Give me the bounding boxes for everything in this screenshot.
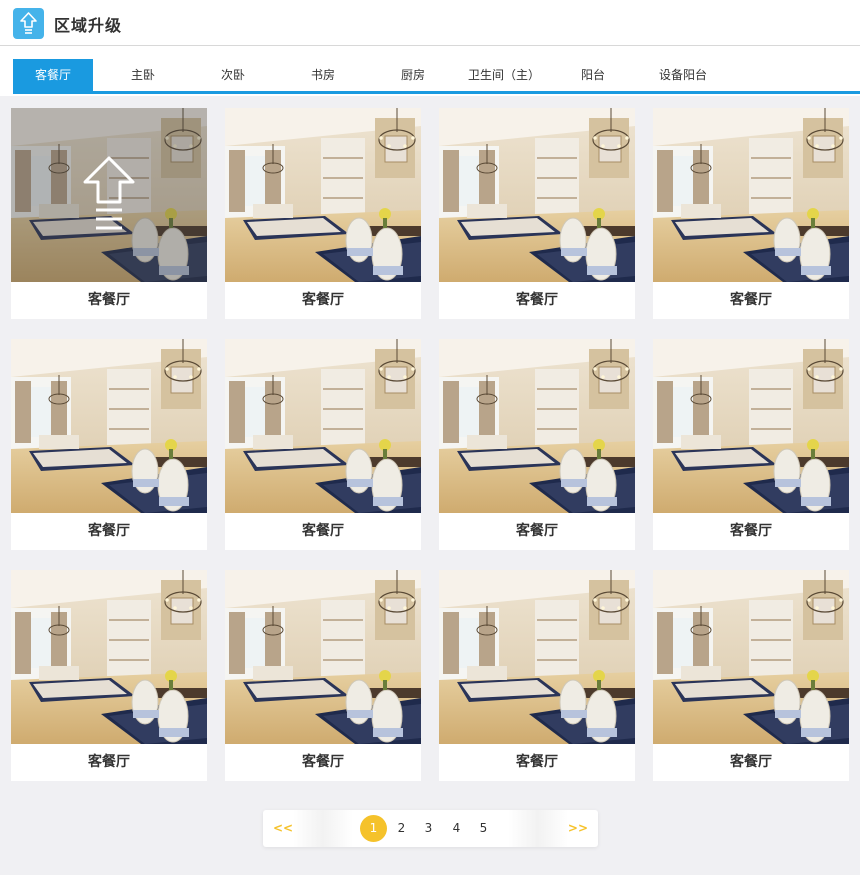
room-card-label: 客餐厅 xyxy=(730,523,772,539)
tab-study[interactable]: 书房 xyxy=(288,59,358,91)
room-card[interactable]: 客餐厅 xyxy=(225,570,421,781)
tab-balcony[interactable]: 阳台 xyxy=(558,59,628,91)
upgrade-arrow-icon[interactable] xyxy=(82,154,136,234)
room-photo xyxy=(653,339,849,513)
upgrade-arrow-icon xyxy=(13,8,44,39)
tab-kitchen[interactable]: 厨房 xyxy=(378,59,448,91)
room-card[interactable]: 客餐厅 xyxy=(653,570,849,781)
tab-underline xyxy=(13,91,860,94)
room-card[interactable]: 客餐厅 xyxy=(653,108,849,319)
room-photo xyxy=(225,108,421,282)
room-card-label: 客餐厅 xyxy=(88,292,130,308)
room-card[interactable]: 客餐厅 xyxy=(439,339,635,550)
room-photo xyxy=(225,570,421,744)
page-2-button[interactable]: 2 xyxy=(388,815,415,842)
room-photo xyxy=(439,108,635,282)
hover-overlay xyxy=(11,108,207,282)
room-photo xyxy=(439,570,635,744)
room-card[interactable]: 客餐厅 xyxy=(225,339,421,550)
room-card[interactable]: 客餐厅 xyxy=(11,108,207,319)
tab-living-dining[interactable]: 客餐厅 xyxy=(13,59,93,91)
room-card[interactable]: 客餐厅 xyxy=(439,570,635,781)
room-photo xyxy=(11,570,207,744)
tab-master-bedroom[interactable]: 主卧 xyxy=(108,59,178,91)
page-4-button[interactable]: 4 xyxy=(443,815,470,842)
pagination: << 1 2 3 4 5 >> xyxy=(263,810,598,847)
room-card-label: 客餐厅 xyxy=(302,523,344,539)
room-photo xyxy=(11,339,207,513)
room-card[interactable]: 客餐厅 xyxy=(439,108,635,319)
room-photo xyxy=(653,570,849,744)
room-card-label: 客餐厅 xyxy=(516,292,558,308)
room-card-label: 客餐厅 xyxy=(88,523,130,539)
room-photo xyxy=(225,339,421,513)
room-card-label: 客餐厅 xyxy=(516,523,558,539)
tab-second-bedroom[interactable]: 次卧 xyxy=(198,59,268,91)
room-card[interactable]: 客餐厅 xyxy=(11,570,207,781)
prev-page-button[interactable]: << xyxy=(273,810,293,847)
tab-master-bathroom[interactable]: 卫生间（主） xyxy=(463,59,545,91)
page-header: 区域升级 xyxy=(0,0,860,46)
page-3-button[interactable]: 3 xyxy=(415,815,442,842)
next-page-button[interactable]: >> xyxy=(568,810,588,847)
room-card-label: 客餐厅 xyxy=(516,754,558,770)
room-card[interactable]: 客餐厅 xyxy=(653,339,849,550)
room-card-label: 客餐厅 xyxy=(730,754,772,770)
room-card[interactable]: 客餐厅 xyxy=(11,339,207,550)
page-1-button[interactable]: 1 xyxy=(360,815,387,842)
room-photo xyxy=(653,108,849,282)
room-card-label: 客餐厅 xyxy=(88,754,130,770)
room-card-label: 客餐厅 xyxy=(302,292,344,308)
tab-equipment-balcony[interactable]: 设备阳台 xyxy=(648,59,718,91)
room-tabs: 客餐厅 主卧 次卧 书房 厨房 卫生间（主） 阳台 设备阳台 xyxy=(0,46,860,96)
page-title: 区域升级 xyxy=(54,16,123,35)
page-5-button[interactable]: 5 xyxy=(470,815,497,842)
room-card[interactable]: 客餐厅 xyxy=(225,108,421,319)
room-photo xyxy=(439,339,635,513)
room-card-label: 客餐厅 xyxy=(730,292,772,308)
room-card-label: 客餐厅 xyxy=(302,754,344,770)
